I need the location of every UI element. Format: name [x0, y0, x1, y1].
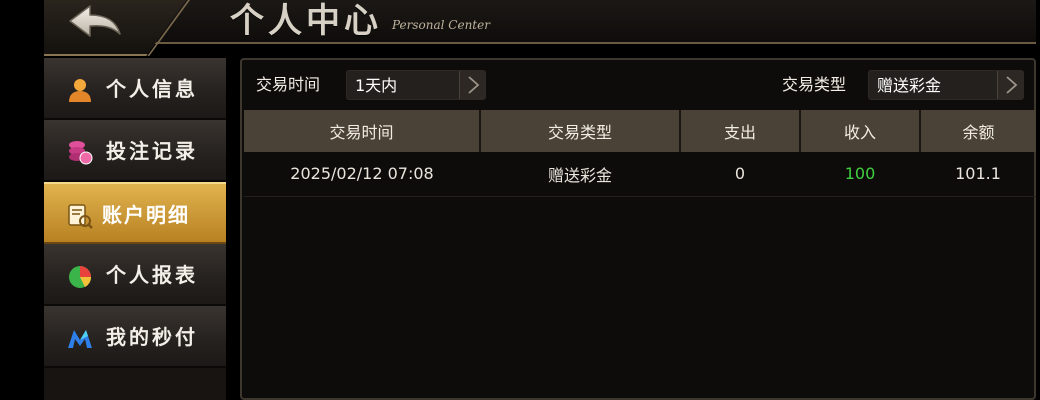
column-header-time: 交易时间 [244, 110, 481, 152]
account-details-panel: 交易时间 1天内 交易类型 赠送彩金 交易时间 交易类型 支出 收入 余额 20… [240, 58, 1036, 400]
sidebar-item-my-quick-pay[interactable]: 我的秒付 [44, 306, 226, 368]
cell-time: 2025/02/12 07:08 [244, 152, 480, 197]
pie-chart-icon [69, 266, 92, 288]
table-header-row: 交易时间 交易类型 支出 收入 余额 [244, 110, 1036, 152]
back-button[interactable] [66, 2, 126, 42]
column-header-income: 收入 [800, 110, 921, 152]
filter-bar: 交易时间 1天内 交易类型 赠送彩金 [242, 60, 1034, 110]
ledger-search-icon [68, 204, 93, 229]
sidebar-item-label: 个人信息 [106, 77, 198, 101]
sidebar-item-personal-report[interactable]: 个人报表 [44, 244, 226, 306]
sidebar-item-personal-info[interactable]: 个人信息 [44, 58, 226, 120]
type-filter-select[interactable]: 赠送彩金 [868, 70, 1024, 100]
type-filter-label: 交易类型 [782, 75, 847, 94]
left-edge-bar [0, 0, 44, 400]
sidebar: 个人信息 投注记录 账户明细 个人报表 我的秒付 [44, 58, 226, 400]
m-logo-icon [68, 330, 92, 348]
chevron-right-icon [997, 71, 1023, 99]
sidebar-item-account-details[interactable]: 账户明细 [44, 182, 226, 244]
time-filter-value: 1天内 [355, 76, 398, 95]
page-title: 个人中心 [230, 1, 382, 41]
column-header-type: 交易类型 [480, 110, 681, 152]
back-arrow-icon [69, 5, 121, 37]
column-header-expense: 支出 [680, 110, 801, 152]
transactions-table: 交易时间 交易类型 支出 收入 余额 2025/02/12 07:08 赠送彩金… [244, 110, 1036, 197]
sidebar-item-label: 个人报表 [106, 263, 198, 287]
page-subtitle: Personal Center [392, 18, 490, 32]
cell-balance: 101.1 [920, 152, 1036, 197]
type-filter-value: 赠送彩金 [877, 76, 942, 95]
right-edge-bar [1036, 0, 1040, 400]
table-row: 2025/02/12 07:08 赠送彩金 0 100 101.1 [244, 152, 1036, 197]
sidebar-item-label: 我的秒付 [106, 325, 198, 349]
chevron-right-icon [459, 71, 485, 99]
user-icon [69, 79, 91, 102]
cell-expense: 0 [680, 152, 800, 197]
cell-type: 赠送彩金 [480, 152, 680, 197]
chips-icon [69, 141, 93, 165]
column-header-balance: 余额 [920, 110, 1036, 152]
page-header: 个人中心 Personal Center [44, 0, 1036, 56]
sidebar-item-label: 账户明细 [102, 203, 190, 227]
time-filter-label: 交易时间 [256, 75, 321, 94]
time-filter-select[interactable]: 1天内 [346, 70, 486, 100]
cell-income: 100 [800, 152, 920, 197]
sidebar-item-bet-records[interactable]: 投注记录 [44, 120, 226, 182]
sidebar-item-label: 投注记录 [106, 139, 198, 163]
